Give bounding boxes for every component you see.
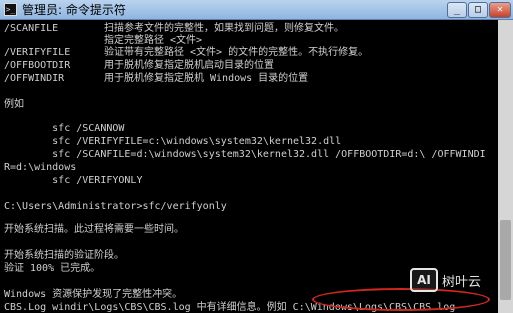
console-line: Windows 资源保护发现了完整性冲突。 — [4, 289, 183, 300]
command-prompt-line: C:\Users\Administrator>sfc/verifyonly — [4, 201, 227, 212]
console-line: sfc /VERIFYONLY — [4, 175, 143, 186]
vertical-scrollbar[interactable] — [498, 20, 513, 313]
watermark-text: 树叶云 — [442, 275, 482, 290]
console-line: 开始系统扫描的验证阶段。 — [4, 250, 124, 261]
minimize-button[interactable]: _ — [447, 2, 467, 18]
console-line: sfc /SCANNOW — [4, 123, 125, 134]
console-line: /OFFBOOTDIR 用于脱机修复指定脱机启动目录的位置 — [4, 60, 274, 71]
title-bar: >_ 管理员: 命令提示符 _ □ ✕ — [0, 0, 513, 20]
console-line: 开始系统扫描。此过程将需要一些时间。 — [4, 224, 184, 235]
scrollbar-thumb[interactable] — [500, 220, 511, 300]
console-line: sfc /VERIFYFILE=c:\windows\system32\kern… — [4, 136, 342, 147]
console-line: R=d:\windows — [4, 162, 77, 173]
watermark-logo-icon: AI — [410, 268, 438, 292]
window-title: 管理员: 命令提示符 — [22, 3, 126, 17]
console-line: /SCANFILE 扫描参考文件的完整性，如果找到问题，则修复文件。 — [4, 23, 344, 34]
console-line: sfc /SCANFILE=d:\windows\system32\kernel… — [4, 149, 486, 160]
console-line: /OFFWINDIR 用于脱机修复指定脱机 Windows 目录的位置 — [4, 73, 309, 84]
watermark: AI 树叶云 — [410, 268, 498, 298]
cmd-icon: >_ — [4, 3, 17, 16]
maximize-button[interactable]: □ — [468, 2, 488, 18]
console-line: 例如 — [4, 99, 24, 110]
console-line: 验证 100% 已完成。 — [4, 263, 101, 274]
console-line: /VERIFYFILE 验证带有完整路径 <文件> 的文件的完整性。不执行修复。 — [4, 47, 369, 58]
close-button[interactable]: ✕ — [489, 2, 511, 18]
